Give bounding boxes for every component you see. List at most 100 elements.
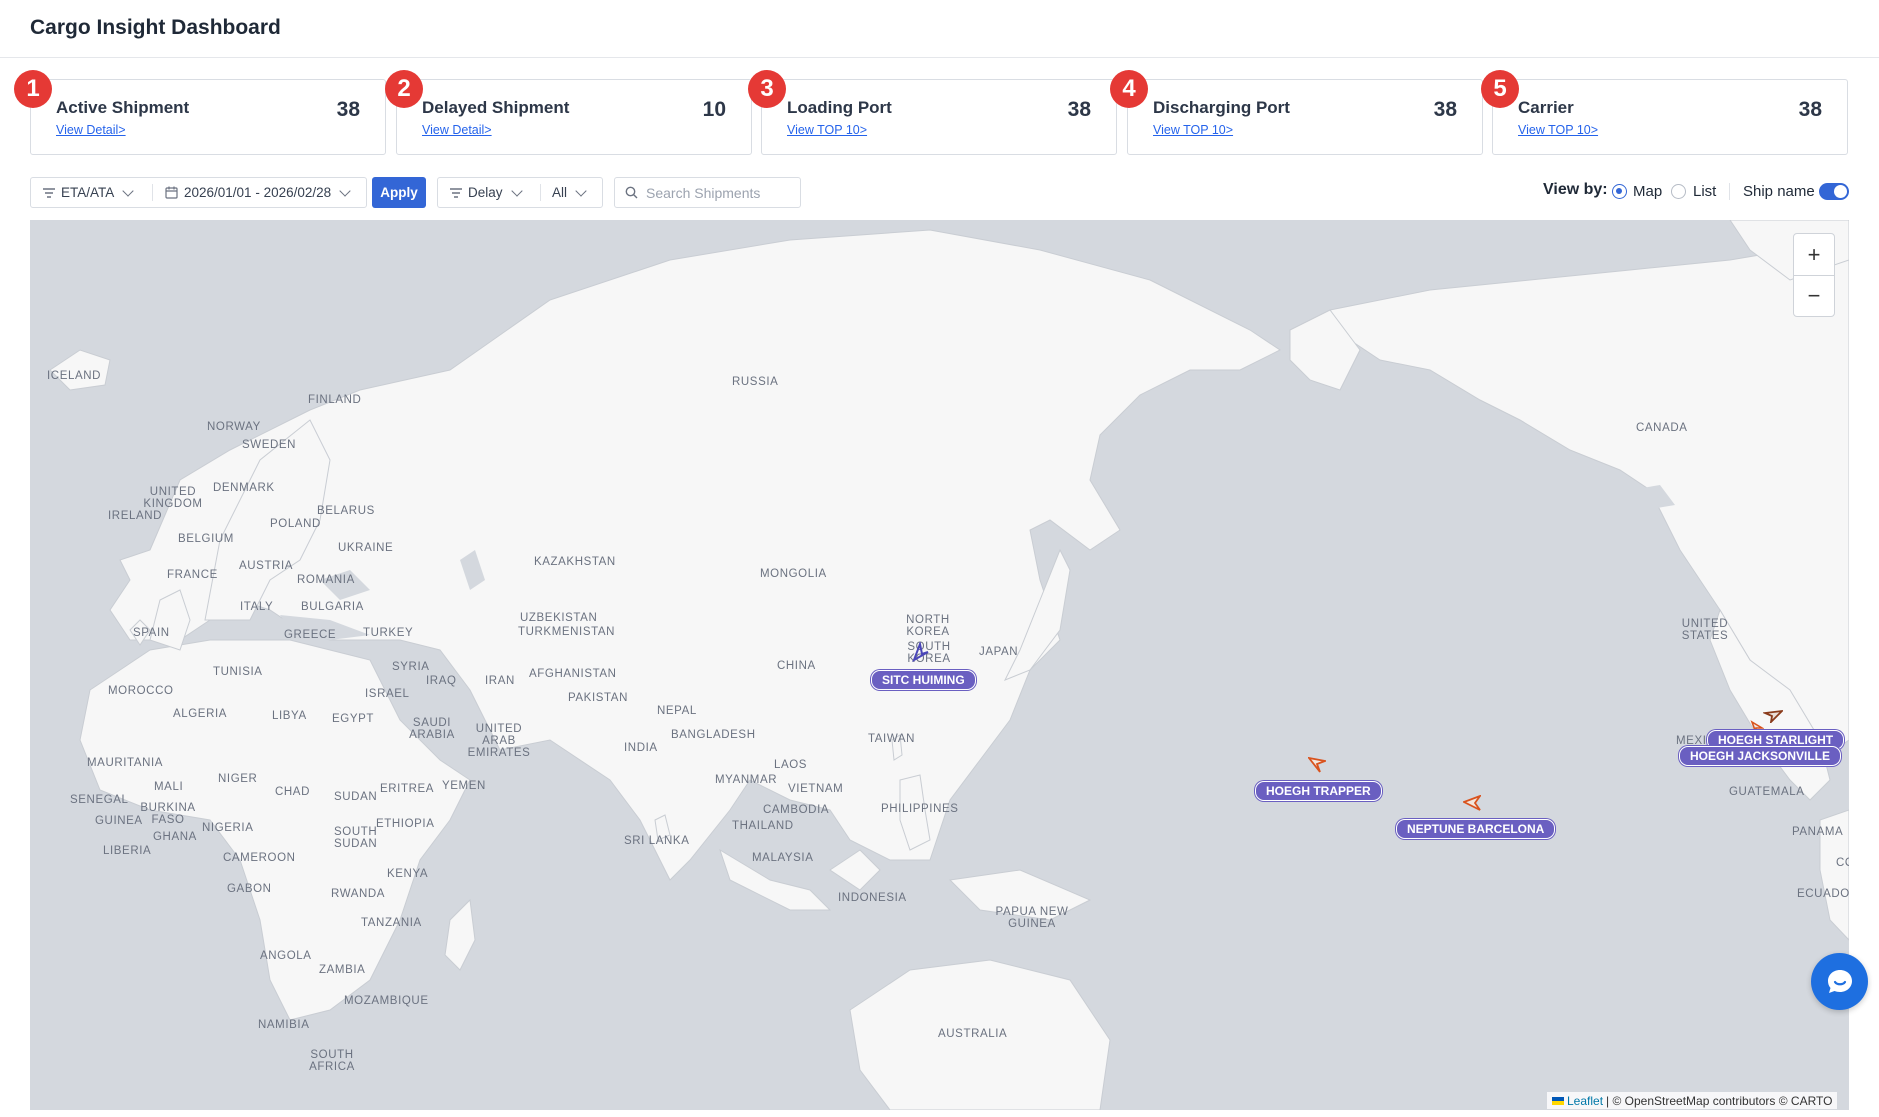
map-label: ECUADOR (1797, 888, 1849, 900)
map-label: AUSTRALIA (938, 1028, 1008, 1040)
map-label: GUINEA (95, 815, 143, 827)
search-icon (625, 186, 638, 199)
map-label: UNITED KINGDOM (143, 486, 203, 510)
status-value-select[interactable]: All (544, 178, 593, 207)
view-list-radio[interactable] (1671, 184, 1686, 199)
map-label: BELARUS (317, 505, 375, 517)
map-label: GABON (227, 883, 272, 895)
card-delayed-shipment: Delayed Shipment View Detail> 10 (396, 79, 752, 155)
map-label: FRANCE (167, 569, 218, 581)
map-label: INDIA (624, 742, 658, 754)
map-label: CHAD (275, 786, 310, 798)
card-value: 10 (702, 98, 726, 121)
date-range-picker[interactable]: 2026/01/01 - 2026/02/28 (157, 178, 357, 207)
map-label: ERITREA (380, 783, 435, 795)
card-value: 38 (1433, 98, 1457, 121)
step-badge: 4 (1110, 70, 1148, 108)
view-list-label[interactable]: List (1693, 183, 1716, 200)
filter-icon (450, 187, 462, 198)
step-badge: 3 (748, 70, 786, 108)
map-label: ITALY (240, 601, 274, 613)
map-label: IRAQ (426, 675, 457, 687)
chevron-down-icon (575, 184, 587, 197)
card-carrier: Carrier View TOP 10> 38 (1492, 79, 1848, 155)
card-title: Delayed Shipment (422, 98, 570, 117)
chat-icon (1827, 969, 1852, 993)
status-filter-group: Delay All (437, 177, 603, 208)
map-label: ALGERIA (173, 708, 228, 720)
ship-name-tag[interactable]: HOEGH TRAPPER (1255, 781, 1382, 801)
date-range-value: 2026/01/01 - 2026/02/28 (184, 185, 332, 200)
map-label: AFGHANISTAN (529, 668, 617, 680)
apply-button[interactable]: Apply (372, 177, 426, 208)
map-label: ICELAND (47, 370, 102, 382)
ship-name-tag[interactable]: NEPTUNE BARCELONA (1396, 819, 1556, 839)
view-map-radio[interactable] (1612, 184, 1627, 199)
attribution-text: | © OpenStreetMap contributors © CARTO (1606, 1093, 1833, 1108)
map-label: MOROCCO (108, 685, 174, 697)
map-label: GUATEMALA (1729, 786, 1805, 798)
map-label: TAIWAN (868, 733, 916, 745)
map-label: DENMARK (213, 482, 275, 494)
map-label: SYRIA (392, 661, 430, 673)
ship-marker-icon[interactable] (1463, 795, 1481, 811)
date-type-select[interactable]: ETA/ATA (35, 178, 140, 207)
search-box (614, 177, 801, 208)
map-label: LAOS (774, 759, 808, 771)
shipment-map[interactable]: ICELAND FINLAND NORWAY SWEDEN UNITED KIN… (30, 220, 1849, 1110)
card-title: Loading Port (787, 98, 892, 117)
status-type-select[interactable]: Delay (442, 178, 529, 207)
app-header: Cargo Insight Dashboard (0, 0, 1879, 58)
ship-name-toggle[interactable] (1819, 183, 1849, 200)
map-label: AUSTRIA (239, 560, 294, 572)
map-label: PHILIPPINES (881, 803, 959, 815)
map-label: UZBEKISTAN (520, 612, 598, 624)
map-label: UNITED ARAB EMIRATES (467, 723, 531, 759)
page-title: Cargo Insight Dashboard (30, 16, 281, 39)
map-label: ISRAEL (365, 688, 410, 700)
map-label: YEMEN (442, 780, 486, 792)
ship-marker-icon[interactable] (1308, 757, 1326, 773)
map-label: NORWAY (207, 421, 261, 433)
view-by-label: View by: (1543, 181, 1608, 198)
ship-name-label: Ship name (1743, 183, 1815, 200)
view-top10-link[interactable]: View TOP 10> (1518, 123, 1598, 137)
ship-name-tag[interactable]: SITC HUIMING (871, 670, 976, 690)
map-label: UKRAINE (338, 542, 394, 554)
map-label: SAUDI ARABIA (409, 717, 455, 741)
map-label: THAILAND (732, 820, 794, 832)
map-label: GHANA (153, 831, 197, 843)
map-label: NEPAL (657, 705, 697, 717)
map-label: CHINA (777, 660, 816, 672)
status-value: All (552, 185, 568, 200)
map-label: LIBYA (272, 710, 307, 722)
ship-marker-icon[interactable] (1763, 709, 1783, 723)
map-label: NAMIBIA (258, 1019, 310, 1031)
filter-icon (43, 187, 55, 198)
map-label: CAMEROON (223, 852, 296, 864)
chat-button[interactable] (1811, 953, 1868, 1010)
card-title: Discharging Port (1153, 98, 1290, 117)
map-label: ANGOLA (260, 950, 312, 962)
zoom-out-button[interactable]: − (1794, 275, 1834, 316)
view-map-label[interactable]: Map (1633, 183, 1662, 200)
leaflet-link[interactable]: Leaflet (1567, 1094, 1603, 1108)
map-label: GREECE (284, 629, 337, 641)
zoom-in-button[interactable]: + (1794, 234, 1834, 275)
view-detail-link[interactable]: View Detail> (56, 123, 126, 137)
map-label: ETHIOPIA (376, 818, 435, 830)
map-label: PAKISTAN (568, 692, 628, 704)
map-label: IRELAND (108, 510, 163, 522)
card-value: 38 (1798, 98, 1822, 121)
view-detail-link[interactable]: View Detail> (422, 123, 492, 137)
view-top10-link[interactable]: View TOP 10> (1153, 123, 1233, 137)
map-label: PANAMA (1792, 826, 1844, 838)
view-top10-link[interactable]: View TOP 10> (787, 123, 867, 137)
card-active-shipment: Active Shipment View Detail> 38 (30, 79, 386, 155)
map-label: SWEDEN (242, 439, 297, 451)
ship-marker-icon[interactable] (910, 642, 930, 662)
ship-name-tag[interactable]: HOEGH JACKSONVILLE (1679, 746, 1842, 766)
search-input[interactable] (646, 184, 786, 201)
chevron-down-icon (510, 184, 523, 197)
map-label: TUNISIA (213, 666, 263, 678)
